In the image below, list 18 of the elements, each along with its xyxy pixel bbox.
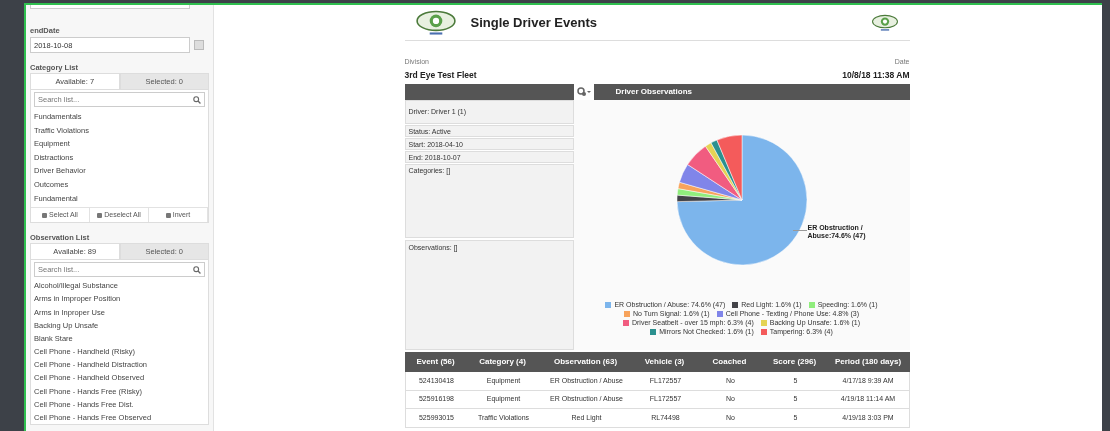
column-header: Coached bbox=[711, 356, 748, 369]
eye-logo-icon bbox=[869, 13, 900, 32]
column-header: Observation (63) bbox=[552, 356, 619, 369]
eye-logo-icon bbox=[414, 8, 457, 37]
column-header: Event (56) bbox=[415, 356, 456, 369]
calendar-icon[interactable] bbox=[194, 40, 204, 50]
leader-line bbox=[792, 230, 807, 232]
search-icon bbox=[193, 265, 201, 274]
date-value: 10/8/18 11:38 AM bbox=[842, 68, 910, 82]
search-icon bbox=[193, 95, 201, 104]
column-header: Score (296) bbox=[771, 356, 818, 369]
column-header: Category (4) bbox=[478, 356, 527, 369]
column-header: Period (180 days) bbox=[833, 356, 903, 369]
panel-title: Driver Observations bbox=[615, 86, 692, 99]
gear-dropdown-icon[interactable] bbox=[573, 84, 594, 101]
division-value: 3rd Eye Test Fleet bbox=[404, 68, 477, 82]
column-header: Vehicle (3) bbox=[643, 356, 686, 369]
report-title: Single Driver Events bbox=[470, 13, 597, 32]
